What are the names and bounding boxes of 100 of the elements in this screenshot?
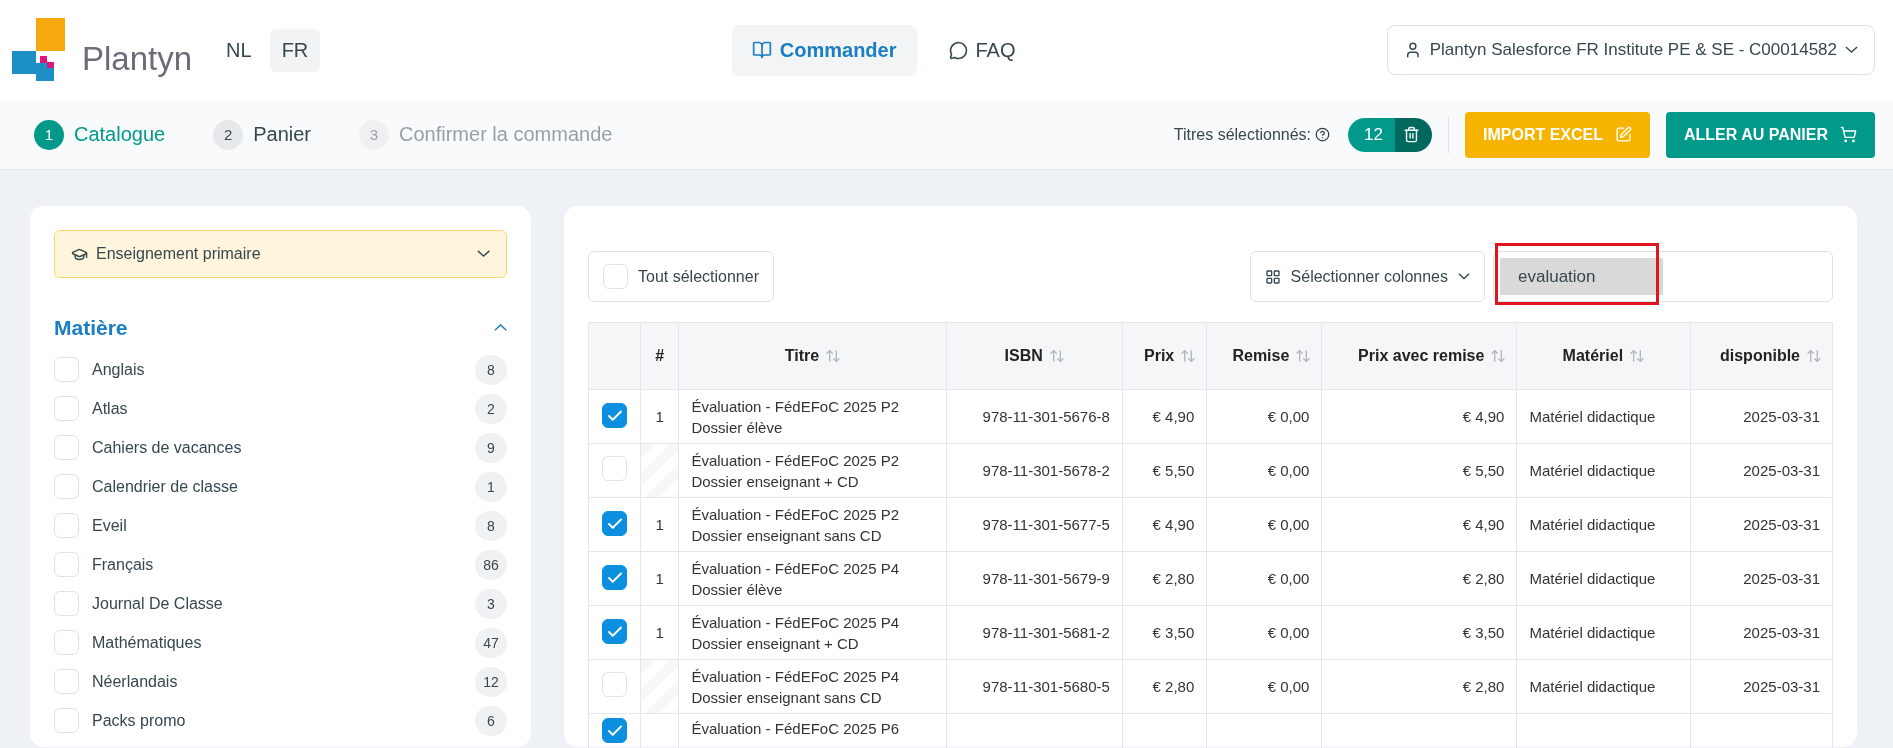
chevron-down-icon bbox=[1458, 273, 1470, 280]
chevron-up-icon bbox=[493, 324, 507, 332]
clear-selection-button[interactable] bbox=[1395, 117, 1432, 152]
table-cell: Matériel didactique bbox=[1516, 389, 1691, 444]
account-select[interactable]: Plantyn Salesforce FR Institute PE & SE - C00014582 bbox=[1387, 25, 1875, 75]
column-header[interactable]: ISBN bbox=[946, 322, 1123, 390]
sort-icon bbox=[825, 348, 842, 364]
sort-icon bbox=[1629, 348, 1646, 364]
table-cell: € 0,00 bbox=[1206, 389, 1322, 444]
table-cell: 2025-03-31 bbox=[1690, 551, 1833, 606]
title-cell: Évaluation - FédEFoC 2025 P4 Dossier enseignant + CD bbox=[678, 605, 947, 660]
title-cell: Évaluation - FédEFoC 2025 P2 Dossier enseignant + CD bbox=[678, 443, 947, 498]
nav-link[interactable]: Commander bbox=[731, 24, 917, 76]
column-header[interactable]: Matériel bbox=[1516, 322, 1691, 390]
search-field[interactable]: evaluation bbox=[1493, 251, 1833, 302]
filter-count: 6 bbox=[475, 705, 507, 736]
sort-icon bbox=[1490, 347, 1507, 364]
column-header[interactable]: disponible bbox=[1690, 322, 1833, 390]
select-all-button[interactable]: Tout sélectionner bbox=[588, 251, 774, 302]
table-cell: 978-11-301-5680-5 bbox=[946, 659, 1123, 714]
table-cell: 978-11-301-5681-2 bbox=[946, 605, 1123, 660]
level-select[interactable]: Enseignement primaire bbox=[54, 230, 507, 278]
filter-label: Packs promo bbox=[92, 711, 187, 730]
filter-count: 8 bbox=[475, 510, 507, 541]
filter-label: Français bbox=[92, 555, 155, 574]
table-cell: 2025-03-31 bbox=[1690, 605, 1833, 660]
table-cell: 2025-03-31 bbox=[1690, 497, 1833, 552]
edit-icon bbox=[1615, 126, 1632, 143]
quantity-cell: 1 bbox=[640, 497, 679, 552]
logo-text: Plantyn bbox=[82, 40, 193, 78]
column-header[interactable]: Remise bbox=[1206, 322, 1322, 390]
title-cell: Évaluation - FédEFoC 2025 P4 Dossier élève bbox=[678, 551, 947, 606]
section-header[interactable]: Matière bbox=[54, 316, 507, 340]
filter-count: 8 bbox=[475, 354, 507, 385]
sort-icon bbox=[1295, 348, 1312, 364]
table-cell: € 5,50 bbox=[1122, 443, 1207, 498]
table-cell: Matériel didactique bbox=[1516, 443, 1691, 498]
columns-button[interactable]: Sélectionner colonnes bbox=[1249, 251, 1485, 302]
help-icon[interactable] bbox=[1315, 127, 1331, 142]
column-header[interactable]: Titre bbox=[678, 322, 947, 390]
table-cell: Matériel didactique bbox=[1516, 551, 1691, 606]
filter-label: Journal De Classe bbox=[92, 594, 224, 613]
grid-icon bbox=[1264, 268, 1281, 285]
table-cell: Matériel didactique bbox=[1516, 659, 1691, 714]
speech-bubble-icon bbox=[948, 40, 968, 60]
quantity-cell: 1 bbox=[640, 389, 679, 444]
column-header[interactable]: Prix bbox=[1122, 322, 1207, 390]
sort-icon bbox=[1180, 348, 1197, 364]
table-cell: € 4,90 bbox=[1321, 389, 1517, 444]
quantity-cell: 1 bbox=[640, 605, 679, 660]
cart-icon bbox=[1840, 126, 1857, 143]
checkbox[interactable] bbox=[602, 511, 627, 537]
table-cell: € 2,80 bbox=[1122, 659, 1207, 714]
selection-count: 12 bbox=[1348, 117, 1395, 152]
filter-count: 86 bbox=[475, 549, 507, 580]
table-cell: € 2,80 bbox=[1321, 659, 1517, 714]
filter-count: 47 bbox=[475, 627, 507, 658]
table-cell: 978-11-301-5677-5 bbox=[946, 497, 1123, 552]
filter-label: Mathématiques bbox=[92, 633, 203, 652]
step-number: 2 bbox=[213, 119, 244, 150]
filter-label: Anglais bbox=[92, 360, 146, 379]
column-header: # bbox=[640, 322, 679, 390]
table-cell: € 2,80 bbox=[1122, 551, 1207, 606]
checkbox[interactable] bbox=[602, 718, 627, 743]
table-cell: Matériel didactique bbox=[1516, 605, 1691, 660]
table-cell: 2025-03-31 bbox=[1690, 443, 1833, 498]
table-cell: 978-11-301-5678-2 bbox=[946, 443, 1123, 498]
table-cell: € 0,00 bbox=[1206, 443, 1322, 498]
checkbox[interactable] bbox=[602, 403, 627, 429]
cart-button[interactable]: ALLER AU PANIER bbox=[1666, 111, 1875, 158]
step-label[interactable]: Panier bbox=[253, 123, 311, 146]
table-cell: € 0,00 bbox=[1206, 605, 1322, 660]
nav-link[interactable]: FAQ bbox=[928, 24, 1036, 76]
filter-label: Atlas bbox=[92, 399, 129, 418]
table-cell: € 2,80 bbox=[1321, 551, 1517, 606]
checkbox[interactable] bbox=[602, 565, 627, 591]
language-button[interactable]: NL bbox=[214, 28, 264, 72]
selection-label: Titres sélectionnés: bbox=[1173, 125, 1312, 144]
filter-label: Cahiers de vacances bbox=[92, 438, 243, 457]
filter-count: 9 bbox=[475, 432, 507, 463]
checkbox[interactable] bbox=[602, 619, 627, 645]
filter-label: Eveil bbox=[92, 516, 128, 535]
step-number: 1 bbox=[34, 119, 64, 150]
table-cell: 2025-03-31 bbox=[1690, 389, 1833, 444]
chevron-down-icon bbox=[476, 250, 490, 258]
table-cell: € 4,90 bbox=[1122, 389, 1207, 444]
step-number: 3 bbox=[359, 119, 389, 150]
trash-icon bbox=[1403, 126, 1420, 143]
language-button[interactable]: FR bbox=[269, 28, 321, 72]
table-cell: € 3,50 bbox=[1321, 605, 1517, 660]
filter-count: 1 bbox=[475, 471, 507, 502]
table-cell: € 0,00 bbox=[1206, 659, 1322, 714]
title-cell: Évaluation - FédEFoC 2025 P4 Dossier enseignant sans CD bbox=[678, 659, 947, 714]
column-header[interactable]: Prix avec remise bbox=[1321, 322, 1517, 390]
filter-label: Néerlandais bbox=[92, 672, 179, 691]
book-icon bbox=[751, 40, 772, 60]
table-cell: 978-11-301-5679-9 bbox=[946, 551, 1123, 606]
title-cell: Évaluation - FédEFoC 2025 P2 Dossier enseignant sans CD bbox=[678, 497, 947, 552]
chevron-down-icon bbox=[1845, 46, 1858, 54]
table-cell: € 4,90 bbox=[1122, 497, 1207, 552]
